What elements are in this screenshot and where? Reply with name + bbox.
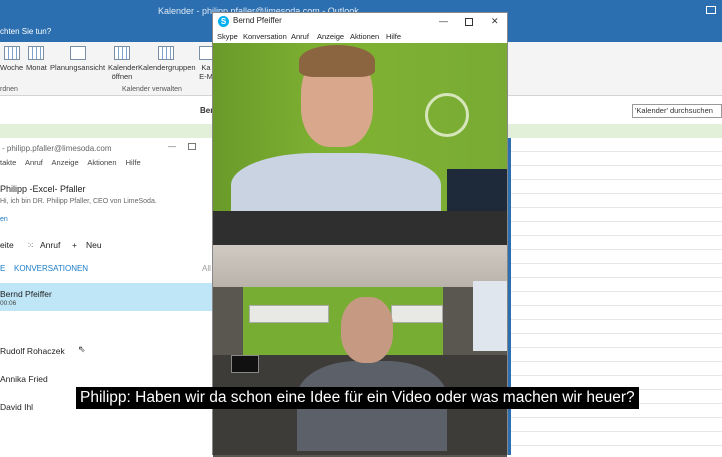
video-subtitle: Philipp: Haben wir da schon eine Idee fü… (76, 387, 639, 409)
maximize-icon[interactable] (188, 143, 196, 150)
call-menu: Skype Konversation Anruf Anzeige Aktione… (213, 31, 507, 43)
person-body-shape (231, 153, 441, 211)
menu-contacts[interactable]: takte (0, 158, 16, 167)
menu-help[interactable]: Hilfe (386, 32, 401, 41)
cabinet-shape (391, 305, 443, 323)
profile-mood: Hi, ich bin DR. Philipp Pfaller, CEO von… (0, 198, 157, 205)
action-call[interactable]: Anruf (40, 240, 60, 250)
profile-link[interactable]: en (0, 216, 8, 223)
call-titlebar: S Bernd Pfeiffer — ✕ (213, 13, 507, 31)
tab-contacts[interactable]: E (0, 264, 5, 273)
minimize-icon[interactable]: — (168, 142, 176, 151)
menu-call[interactable]: Anruf (25, 158, 43, 167)
skype-tabs: E KONVERSATIONEN All (0, 264, 212, 276)
menu-view[interactable]: Anzeige (317, 32, 344, 41)
tell-me-text: chten Sie tun? (0, 27, 52, 36)
contact-name: Rudolf Rohaczek (0, 346, 65, 356)
skype-actions-bar: eite ⁙ Anruf + Neu (0, 240, 212, 254)
action-new[interactable]: Neu (86, 240, 102, 250)
ribbon-group-manage: Kalender verwalten (122, 86, 182, 93)
skype-main-titlebar: - philipp.pfaller@limesoda.com — (0, 140, 212, 158)
mouse-cursor-icon: ⇖ (78, 344, 86, 354)
contact-item[interactable]: Bernd Pfeiffer 00:06 (0, 283, 212, 311)
monitor-shape (231, 355, 259, 373)
maximize-icon[interactable] (465, 18, 473, 26)
contact-name: Bernd Pfeiffer (0, 289, 52, 299)
menu-view[interactable]: Anzeige (52, 158, 79, 167)
menu-call[interactable]: Anruf (291, 32, 309, 41)
ceiling-shape (213, 245, 507, 287)
plus-icon[interactable]: + (72, 240, 77, 250)
minimize-icon[interactable]: — (439, 16, 448, 26)
ribbon-calendar-groups-button[interactable]: Kalendergruppen (138, 46, 196, 72)
skype-logo-icon: S (218, 16, 229, 27)
contact-name: David Ihl (0, 402, 34, 412)
ribbon-month-button[interactable]: Monat (26, 46, 47, 72)
contact-name: Annika Fried (0, 374, 48, 384)
menu-actions[interactable]: Aktionen (350, 32, 379, 41)
skype-main-menu: takte Anruf Anzeige Aktionen Hilfe (0, 158, 212, 170)
ribbon-open-calendar-button[interactable]: Kalender öffnen (108, 46, 138, 81)
ribbon-schedule-button[interactable]: Planungsansicht (50, 46, 105, 72)
ribbon-week-button[interactable]: Woche (0, 46, 23, 72)
cabinet-shape (249, 305, 329, 323)
window-shape (473, 281, 507, 351)
week-icon (3, 46, 20, 60)
profile-panel[interactable]: Philipp -Excel- Pfaller Hi, ich bin DR. … (0, 174, 212, 226)
person-hair-shape (299, 45, 375, 77)
tab-conversations[interactable]: KONVERSATIONEN (14, 264, 88, 273)
month-icon (28, 46, 45, 60)
close-icon[interactable]: ✕ (491, 16, 499, 27)
open-calendar-icon (114, 46, 130, 60)
menu-skype[interactable]: Skype (217, 32, 238, 41)
remote-video[interactable] (213, 43, 507, 211)
tab-all[interactable]: All (202, 264, 211, 273)
contact-time: 00:06 (0, 300, 17, 307)
dialpad-icon[interactable]: ⁙ (27, 240, 34, 251)
person-head-shape (341, 297, 393, 363)
menu-actions[interactable]: Aktionen (87, 158, 116, 167)
self-video[interactable] (213, 245, 507, 457)
action-page[interactable]: eite (0, 240, 14, 250)
video-divider (213, 211, 507, 245)
skype-main-title: - philipp.pfaller@limesoda.com (2, 144, 112, 153)
calendar-search-input[interactable]: 'Kalender' durchsuchen (632, 104, 722, 118)
profile-name: Philipp -Excel- Pfaller (0, 184, 86, 194)
chair-shape (447, 169, 507, 211)
window-corner-icon[interactable] (706, 6, 716, 14)
call-title: Bernd Pfeiffer (233, 16, 282, 25)
ribbon-email-button[interactable]: Ka E-M (199, 46, 215, 81)
wall-logo-icon (425, 93, 469, 137)
schedule-view-icon (69, 46, 86, 60)
contact-item[interactable]: Rudolf Rohaczek (0, 340, 212, 368)
ribbon-group-arrange: rdnen (0, 86, 18, 93)
menu-help[interactable]: Hilfe (126, 158, 141, 167)
menu-conversation[interactable]: Konversation (243, 32, 287, 41)
calendar-groups-icon (158, 46, 174, 60)
